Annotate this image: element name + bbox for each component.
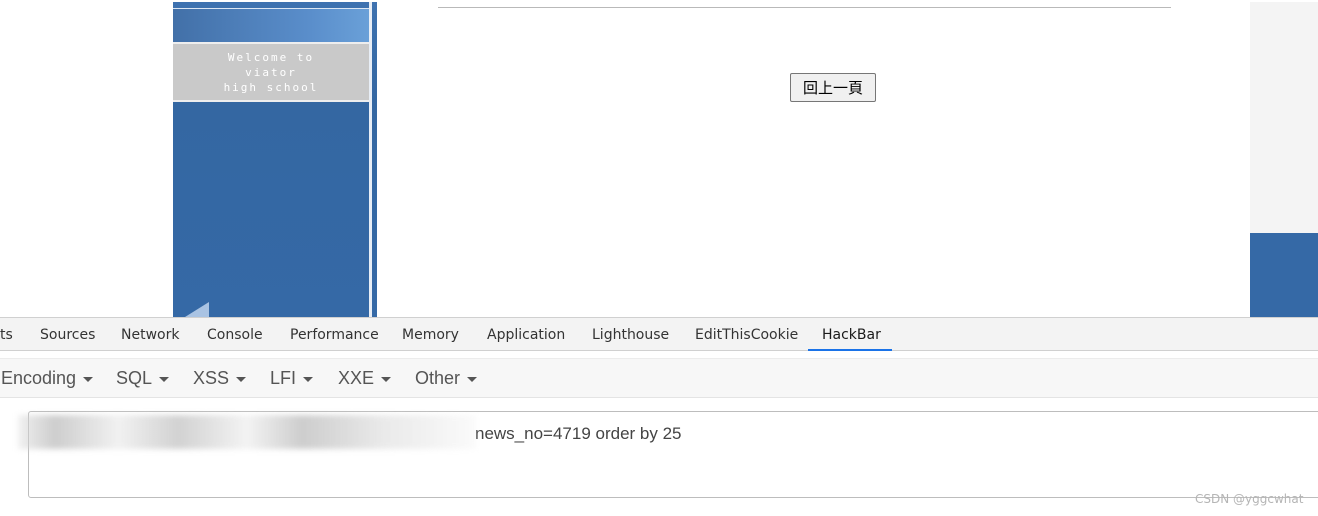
devtools-tab-bar: ts Sources Network Console Performance M…	[0, 317, 1318, 351]
caret-down-icon	[467, 376, 478, 382]
right-gutter	[1250, 2, 1318, 233]
decorative-swoosh	[185, 302, 209, 317]
back-button[interactable]: 回上一頁	[790, 73, 876, 102]
lfi-menu[interactable]: LFI	[270, 359, 314, 399]
tab-lighthouse[interactable]: Lighthouse	[592, 318, 669, 351]
watermark: CSDN @yggcwhat	[1195, 492, 1304, 506]
caret-down-icon	[159, 376, 170, 382]
tab-memory[interactable]: Memory	[402, 318, 459, 351]
other-menu-label: Other	[415, 368, 461, 388]
hackbar-toolbar: Encoding SQL XSS LFI XXE Other	[0, 358, 1318, 398]
devtools-panel: ts Sources Network Console Performance M…	[0, 317, 1318, 516]
xss-menu-label: XSS	[193, 368, 230, 388]
xxe-menu-label: XXE	[338, 368, 375, 388]
tab-elements-partial[interactable]: ts	[0, 318, 13, 351]
tab-console[interactable]: Console	[207, 318, 263, 351]
url-text: news_no=4719 order by 25	[475, 424, 682, 443]
encoding-menu[interactable]: Encoding	[1, 359, 94, 399]
sql-menu-label: SQL	[116, 368, 153, 388]
welcome-line-2: viator	[245, 66, 297, 79]
web-page: Welcome to viator high school 回上一頁	[0, 0, 1318, 317]
tab-performance[interactable]: Performance	[290, 318, 379, 351]
other-menu[interactable]: Other	[415, 359, 478, 399]
horizontal-rule	[438, 7, 1171, 8]
caret-down-icon	[303, 376, 314, 382]
sql-menu[interactable]: SQL	[116, 359, 170, 399]
tab-sources[interactable]: Sources	[40, 318, 95, 351]
caret-down-icon	[83, 376, 94, 382]
tab-application[interactable]: Application	[487, 318, 565, 351]
redacted-url-prefix	[18, 415, 476, 449]
caret-down-icon	[236, 376, 247, 382]
side-navigation-panel: Welcome to viator high school	[173, 2, 377, 317]
encoding-menu-label: Encoding	[1, 368, 77, 388]
welcome-line-3: high school	[223, 81, 319, 94]
tab-hackbar[interactable]: HackBar	[822, 318, 881, 351]
xxe-menu[interactable]: XXE	[338, 359, 392, 399]
lfi-menu-label: LFI	[270, 368, 297, 388]
welcome-line-1: Welcome to	[227, 51, 315, 64]
welcome-banner: Welcome to viator high school	[173, 42, 369, 102]
caret-down-icon	[381, 376, 392, 382]
active-tab-indicator	[808, 349, 892, 351]
right-blue-block	[1250, 233, 1318, 317]
tab-network[interactable]: Network	[121, 318, 179, 351]
side-panel-divider	[369, 2, 372, 317]
xss-menu[interactable]: XSS	[193, 359, 247, 399]
tab-editthiscookie[interactable]: EditThisCookie	[695, 318, 798, 351]
